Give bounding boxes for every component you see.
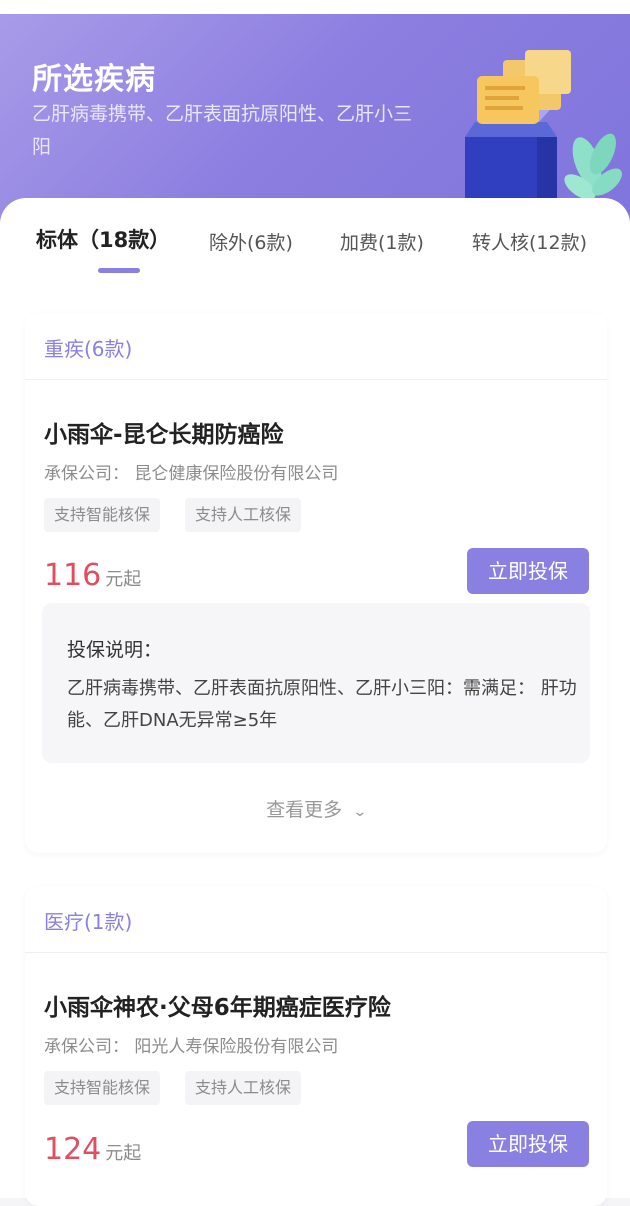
product-name[interactable]: 小雨伞神农·父母6年期癌症医疗险 xyxy=(44,988,391,1022)
section-card-critical-illness: 重疾(6款) 小雨伞-昆仑长期防癌险 承保公司： 昆仑健康保险股份有限公司 支持… xyxy=(25,313,607,853)
tag-smart-underwriting: 支持智能核保 xyxy=(44,498,161,532)
underwriting-tabs: 标体（18款） 除外(6款) 加费(1款) 转人核(12款) xyxy=(0,224,630,284)
active-tab-indicator xyxy=(98,268,140,273)
tab-extra-premium[interactable]: 加费(1款) xyxy=(340,228,424,255)
tab-manual-review[interactable]: 转人核(12款) xyxy=(472,228,587,255)
insurer-company: 承保公司： 阳光人寿保险股份有限公司 xyxy=(44,1037,339,1057)
tab-exclusion[interactable]: 除外(6款) xyxy=(209,228,293,255)
page-title: 所选疾病 xyxy=(32,62,156,97)
note-title: 投保说明： xyxy=(67,639,163,661)
product-price: 124 元起 xyxy=(44,1132,141,1167)
product-name[interactable]: 小雨伞-昆仑长期防癌险 xyxy=(44,415,284,449)
selected-diseases: 乙肝病毒携带、乙肝表面抗原阳性、乙肝小三阳 xyxy=(32,103,413,158)
tab-standard[interactable]: 标体（18款） xyxy=(36,224,170,254)
note-body: 乙肝病毒携带、乙肝表面抗原阳性、乙肝小三阳：需满足： 肝功能、乙肝DNA无异常≥… xyxy=(67,678,577,731)
tag-manual-underwriting: 支持人工核保 xyxy=(185,498,302,532)
section-title: 重疾(6款) xyxy=(44,337,133,361)
document-illustration-icon xyxy=(465,50,622,217)
view-more-label: 查看更多 xyxy=(266,799,343,821)
status-strip xyxy=(0,0,630,14)
price-value: 124 xyxy=(44,1132,102,1167)
underwriting-note: 投保说明： 乙肝病毒携带、乙肝表面抗原阳性、乙肝小三阳：需满足： 肝功能、乙肝D… xyxy=(42,603,590,763)
view-more-button[interactable]: 查看更多 ⌄ xyxy=(25,795,607,822)
price-value: 116 xyxy=(44,558,102,593)
insurer-company: 承保公司： 昆仑健康保险股份有限公司 xyxy=(44,464,339,484)
buy-now-button[interactable]: 立即投保 xyxy=(467,548,589,594)
section-header: 重疾(6款) xyxy=(25,313,607,380)
section-title: 医疗(1款) xyxy=(44,910,133,934)
section-card-medical: 医疗(1款) 小雨伞神农·父母6年期癌症医疗险 承保公司： 阳光人寿保险股份有限… xyxy=(25,886,607,1206)
tag-smart-underwriting: 支持智能核保 xyxy=(44,1071,161,1105)
section-header: 医疗(1款) xyxy=(25,886,607,953)
buy-now-button[interactable]: 立即投保 xyxy=(467,1121,589,1167)
price-unit: 元起 xyxy=(105,1143,142,1164)
price-unit: 元起 xyxy=(105,569,142,590)
tag-manual-underwriting: 支持人工核保 xyxy=(185,1071,302,1105)
product-price: 116 元起 xyxy=(44,558,141,593)
chevron-down-icon: ⌄ xyxy=(352,804,368,820)
